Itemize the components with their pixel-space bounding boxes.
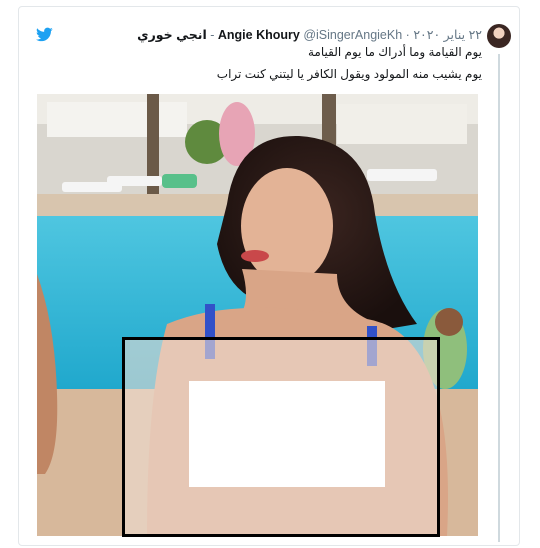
name-separator: -: [210, 28, 215, 42]
avatar[interactable]: [487, 24, 511, 48]
author-display-name[interactable]: Angie Khoury: [218, 28, 300, 42]
twitter-bird-icon[interactable]: [36, 26, 53, 43]
tweet-header: انجي خوري - Angie Khoury @iSingerAngieKh…: [137, 27, 482, 42]
author-handle[interactable]: @iSingerAngieKh: [303, 28, 402, 42]
date-separator: ·: [405, 28, 410, 42]
tweet-text-line-2: يوم يشيب منه المولود ويقول الكافر يا ليت…: [216, 67, 482, 81]
tweet-date[interactable]: ٢٢ يناير ٢٠٢٠: [413, 28, 482, 42]
tweet-text-line-1: يوم القيامة وما أدراك ما يوم القيامة: [308, 45, 482, 59]
censor-white-block: [189, 381, 385, 487]
author-display-name-ar[interactable]: انجي خوري: [137, 28, 207, 42]
thread-line: [498, 54, 500, 542]
